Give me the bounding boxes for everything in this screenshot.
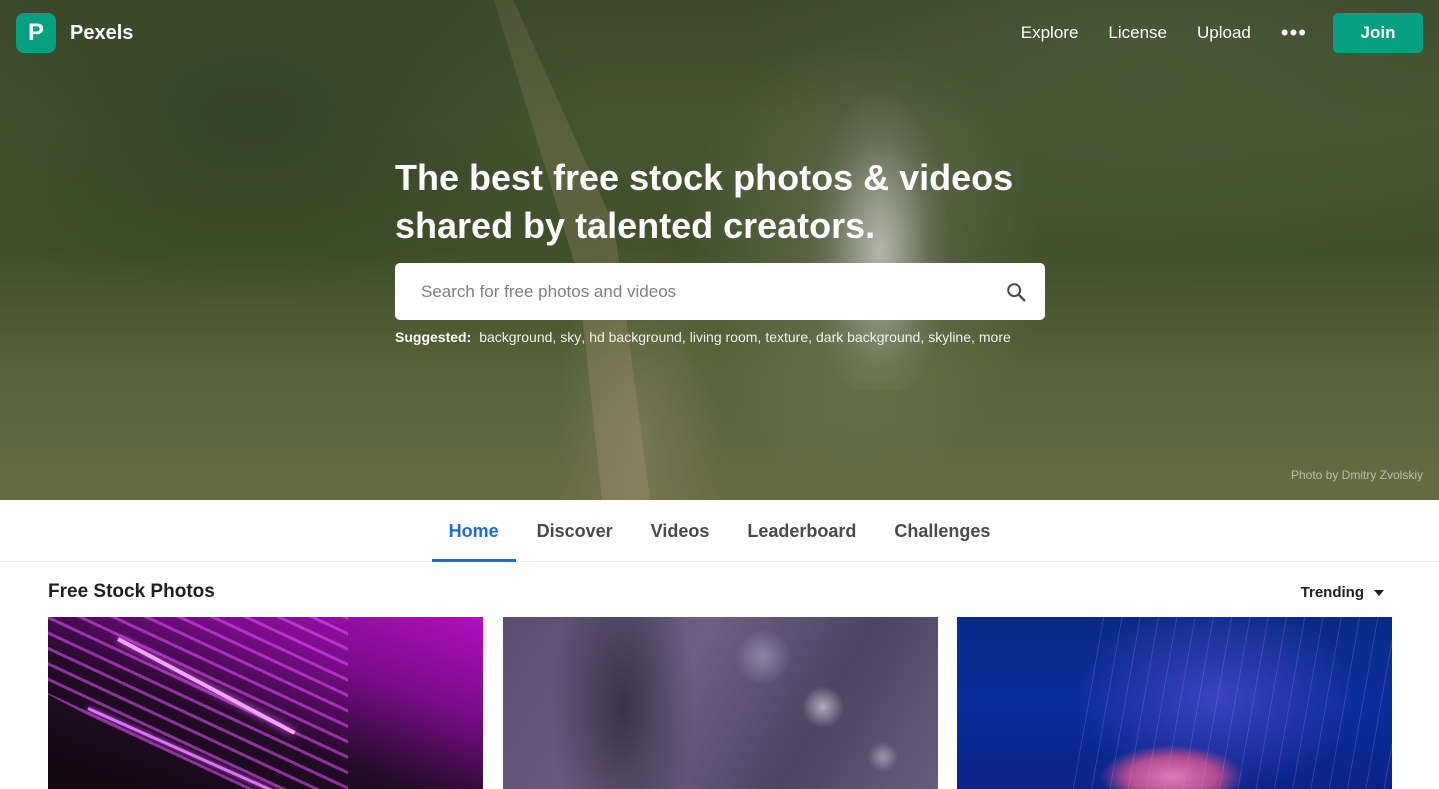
hero-overlay <box>0 0 1439 500</box>
photo-card[interactable] <box>48 617 483 789</box>
search-input[interactable] <box>395 263 987 320</box>
logo-letter: P <box>27 19 44 46</box>
suggestion-link[interactable]: dark background <box>816 329 920 345</box>
suggestion-link[interactable]: texture <box>765 329 808 345</box>
more-options-icon[interactable]: ••• <box>1281 22 1307 44</box>
chevron-down-icon <box>1374 589 1384 596</box>
brand-name: Pexels <box>70 21 134 44</box>
suggested-searches: Suggested: background, sky, hd backgroun… <box>395 329 1011 345</box>
tab-home[interactable]: Home <box>431 500 516 562</box>
suggestion-link[interactable]: living room <box>690 329 758 345</box>
hero-headline: The best free stock photos & videos shar… <box>395 154 1055 250</box>
photo-credit[interactable]: Photo by Dmitry Zvolskiy <box>1291 468 1423 482</box>
suggestion-link[interactable]: background <box>479 329 552 345</box>
sort-label: Trending <box>1300 584 1364 601</box>
suggestion-link[interactable]: sky <box>560 329 581 345</box>
tab-challenges[interactable]: Challenges <box>877 500 1007 562</box>
headline-line-2: shared by talented creators. <box>395 205 876 246</box>
sort-dropdown[interactable]: Trending <box>1301 584 1384 601</box>
section-tabs: Home Discover Videos Leaderboard Challen… <box>0 500 1439 562</box>
headline-line-1: The best free stock photos & videos <box>395 157 1014 198</box>
section-title: Free Stock Photos <box>48 581 215 602</box>
suggestion-link[interactable]: hd background <box>589 329 682 345</box>
photo-card[interactable] <box>957 617 1392 789</box>
photo-card[interactable] <box>503 617 938 789</box>
suggestion-more-link[interactable]: more <box>979 329 1011 345</box>
suggested-label: Suggested: <box>395 329 472 345</box>
nav-license[interactable]: License <box>1108 23 1167 43</box>
logo-link[interactable]: P Pexels <box>16 13 133 53</box>
main-nav: Explore License Upload ••• Join <box>1021 13 1423 53</box>
pexels-logo-icon: P <box>16 13 56 53</box>
tab-discover[interactable]: Discover <box>520 500 630 562</box>
search-icon[interactable] <box>987 263 1045 320</box>
tab-leaderboard[interactable]: Leaderboard <box>730 500 873 562</box>
join-button[interactable]: Join <box>1333 13 1423 53</box>
suggestion-link[interactable]: skyline <box>928 329 971 345</box>
nav-explore[interactable]: Explore <box>1021 23 1079 43</box>
hero-banner: P Pexels Explore License Upload ••• Join… <box>0 0 1439 500</box>
search-bar <box>395 263 1045 320</box>
tab-videos[interactable]: Videos <box>634 500 727 562</box>
top-navbar: P Pexels Explore License Upload ••• Join <box>0 0 1439 66</box>
nav-upload[interactable]: Upload <box>1197 23 1251 43</box>
